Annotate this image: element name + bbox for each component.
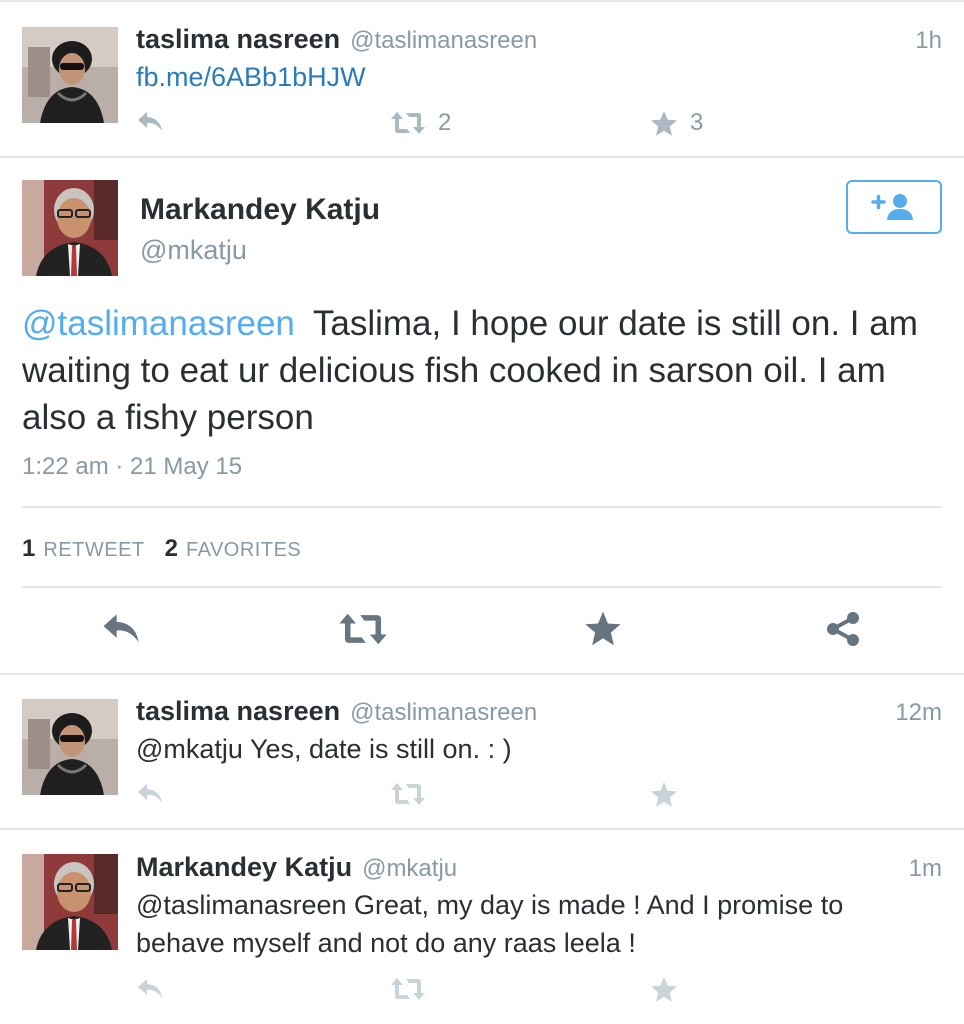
tweet-text: @taslimanasreen Great, my day is made ! … bbox=[136, 890, 844, 958]
retweet-button[interactable] bbox=[338, 610, 388, 653]
retweet-icon bbox=[391, 112, 425, 134]
tweet-time: 12m bbox=[895, 699, 942, 726]
tweet-time: 1m bbox=[908, 855, 942, 882]
focused-tweet-actions bbox=[0, 610, 964, 654]
reply-icon bbox=[138, 784, 162, 803]
tweet-divider bbox=[0, 673, 964, 675]
stats-divider-bottom bbox=[22, 586, 942, 588]
star-icon bbox=[651, 782, 677, 807]
add-user-icon bbox=[871, 194, 913, 220]
favorite-count: 3 bbox=[690, 109, 704, 136]
avatar-man-image bbox=[22, 180, 118, 276]
retweet-button[interactable]: 2 bbox=[390, 109, 451, 137]
retweet-count[interactable]: 1 bbox=[22, 535, 35, 562]
top-divider bbox=[0, 0, 964, 2]
avatar[interactable] bbox=[22, 180, 118, 276]
favorite-count[interactable]: 2 bbox=[165, 535, 178, 562]
tweet-divider bbox=[0, 156, 964, 158]
retweet-label[interactable]: RETWEET bbox=[43, 539, 144, 561]
tweet-header: Markandey Katju @mkatju bbox=[136, 852, 457, 883]
favorite-button[interactable]: 3 bbox=[650, 109, 703, 137]
share-button[interactable] bbox=[824, 610, 862, 653]
author-name[interactable]: taslima nasreen bbox=[136, 696, 340, 726]
author-name[interactable]: Markandey Katju bbox=[140, 193, 380, 227]
tweet-text: fb.me/6ABb1bHJW bbox=[136, 58, 926, 96]
tweet-actions bbox=[0, 781, 964, 815]
tweet-actions: 2 3 bbox=[0, 109, 964, 143]
author-handle[interactable]: @taslimanasreen bbox=[350, 699, 537, 726]
author-handle[interactable]: @mkatju bbox=[362, 855, 457, 882]
star-icon bbox=[651, 977, 677, 1002]
favorite-button[interactable] bbox=[650, 781, 678, 808]
retweet-icon bbox=[339, 613, 387, 645]
star-icon bbox=[585, 611, 621, 646]
favorite-label[interactable]: FAVORITES bbox=[186, 539, 301, 561]
author-name[interactable]: Markandey Katju bbox=[136, 852, 352, 882]
tweet-text: @mkatju Yes, date is still on. : ) bbox=[136, 734, 512, 764]
retweet-button[interactable] bbox=[390, 781, 426, 807]
reply-button[interactable] bbox=[136, 109, 164, 135]
tweet-time: 1h bbox=[915, 27, 942, 54]
retweet-icon bbox=[391, 783, 425, 805]
reply-button[interactable] bbox=[100, 610, 142, 653]
stats-divider-top bbox=[22, 506, 942, 508]
avatar[interactable] bbox=[22, 854, 118, 950]
tweet-header: taslima nasreen @taslimanasreen bbox=[136, 24, 537, 55]
tweet-divider bbox=[0, 828, 964, 830]
retweet-icon bbox=[391, 978, 425, 1000]
favorite-button[interactable] bbox=[650, 976, 678, 1003]
tweet-link[interactable]: fb.me/6ABb1bHJW bbox=[136, 62, 366, 92]
mention-link[interactable]: @taslimanasreen bbox=[22, 304, 295, 343]
reply-button[interactable] bbox=[136, 781, 164, 807]
tweet-stats: 1 RETWEET 2 FAVORITES bbox=[22, 535, 321, 563]
share-icon bbox=[827, 612, 859, 646]
reply-icon bbox=[138, 112, 162, 131]
author-name[interactable]: taslima nasreen bbox=[136, 24, 340, 54]
author-handle[interactable]: @taslimanasreen bbox=[350, 27, 537, 54]
star-icon bbox=[651, 110, 677, 136]
follow-button[interactable] bbox=[846, 180, 942, 234]
retweet-count: 2 bbox=[438, 109, 452, 136]
retweet-button[interactable] bbox=[390, 976, 426, 1002]
reply-icon bbox=[138, 979, 162, 998]
reply-button[interactable] bbox=[136, 976, 164, 1002]
reply-icon bbox=[103, 614, 139, 643]
focused-tweet-text: @taslimanasreen Taslima, I hope our date … bbox=[22, 300, 952, 441]
avatar-man-image bbox=[22, 854, 118, 950]
tweet-timestamp: 1:22 am · 21 May 15 bbox=[22, 453, 243, 480]
author-handle[interactable]: @mkatju bbox=[140, 235, 247, 266]
favorite-button[interactable] bbox=[584, 610, 622, 652]
tweet-actions bbox=[0, 976, 964, 1010]
tweet-header: taslima nasreen @taslimanasreen bbox=[136, 696, 537, 727]
